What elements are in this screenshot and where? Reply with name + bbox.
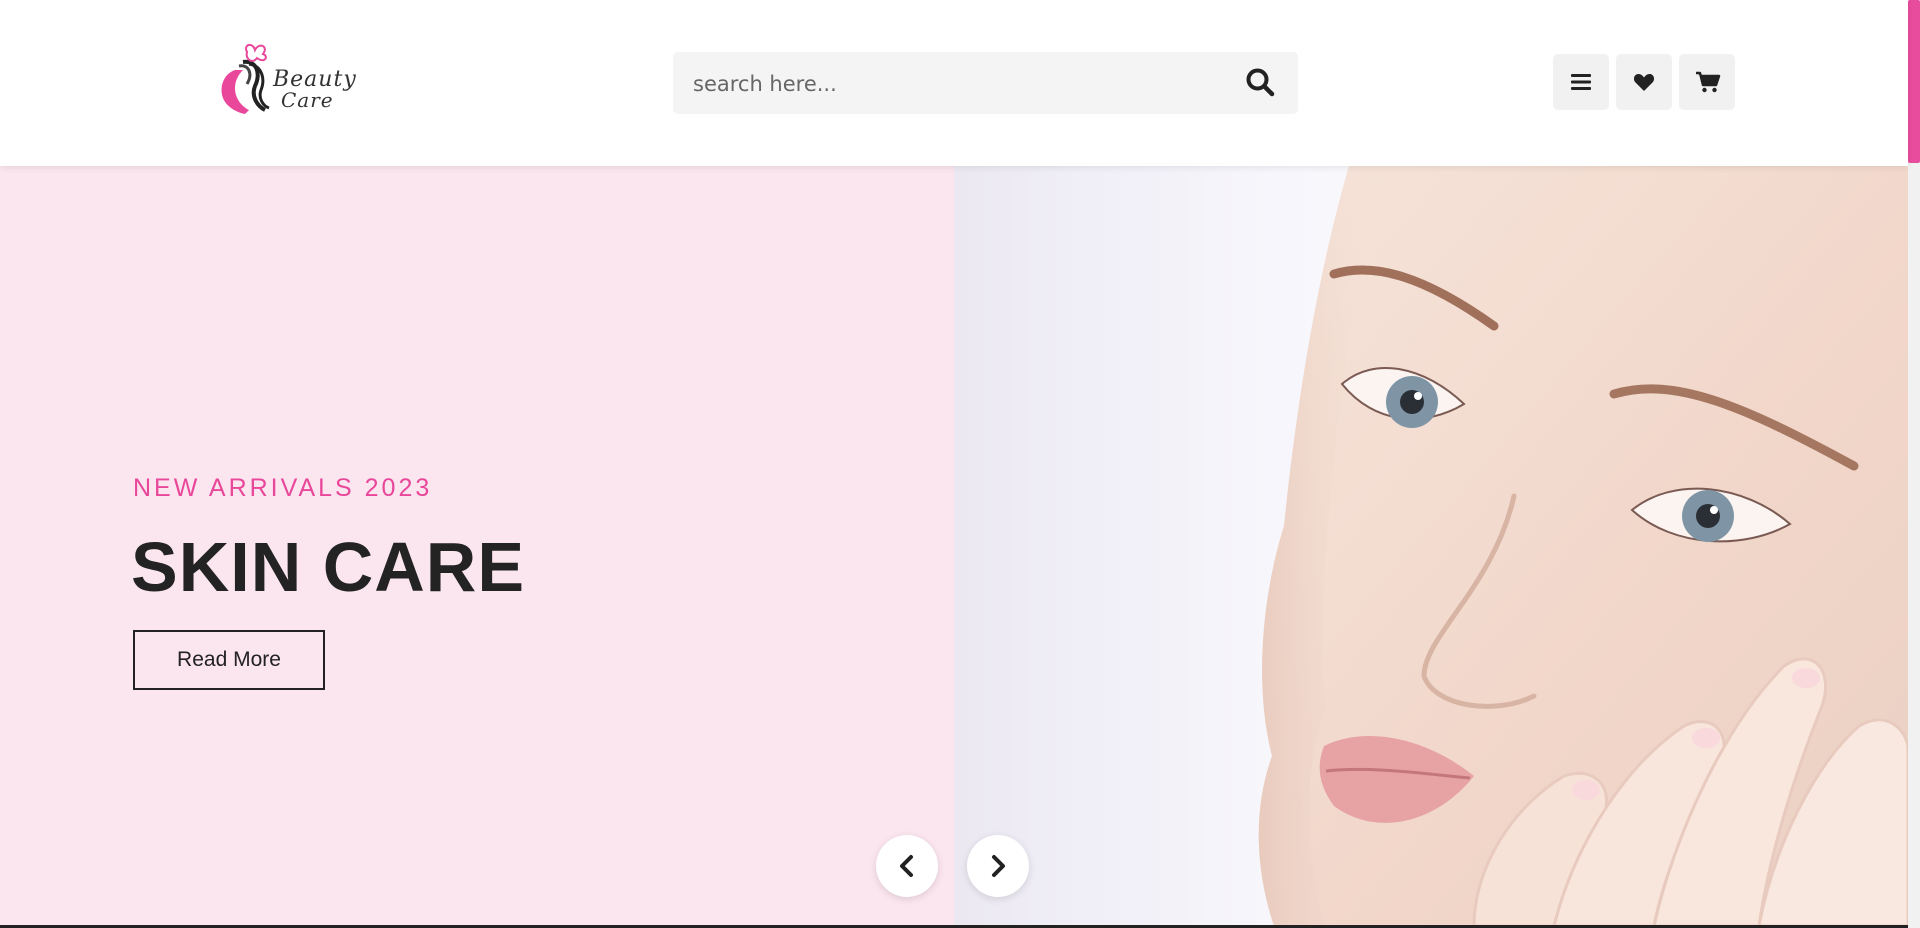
hero-slider: NEW ARRIVALS 2023 SKIN CARE Read More <box>0 166 1908 926</box>
brand-logo[interactable]: Beauty Care <box>213 40 385 120</box>
chevron-right-icon <box>992 855 1005 877</box>
slider-next-button[interactable] <box>967 835 1029 897</box>
heart-icon <box>1633 74 1655 91</box>
cart-button[interactable] <box>1679 54 1735 110</box>
read-more-button[interactable]: Read More <box>133 630 325 690</box>
menu-button[interactable] <box>1553 54 1609 110</box>
search-input[interactable] <box>691 52 1235 116</box>
chevron-left-icon <box>900 855 913 877</box>
menu-icon <box>1571 74 1591 90</box>
hero-title: SKIN CARE <box>131 528 526 606</box>
hero-subtitle: NEW ARRIVALS 2023 <box>133 474 433 502</box>
hero-model-image <box>1258 166 1908 926</box>
cart-icon <box>1696 71 1721 93</box>
logo-text-line2: Care <box>281 88 334 112</box>
hero-image-panel <box>954 166 1908 926</box>
search-icon <box>1246 68 1275 97</box>
scrollbar-thumb[interactable] <box>1908 0 1920 163</box>
search-bar <box>673 52 1298 116</box>
wishlist-button[interactable] <box>1616 54 1672 110</box>
slider-prev-button[interactable] <box>876 835 938 897</box>
hero-text-panel: NEW ARRIVALS 2023 SKIN CARE Read More <box>0 166 954 926</box>
site-header: Beauty Care <box>0 0 1908 166</box>
search-button[interactable] <box>1245 67 1277 99</box>
